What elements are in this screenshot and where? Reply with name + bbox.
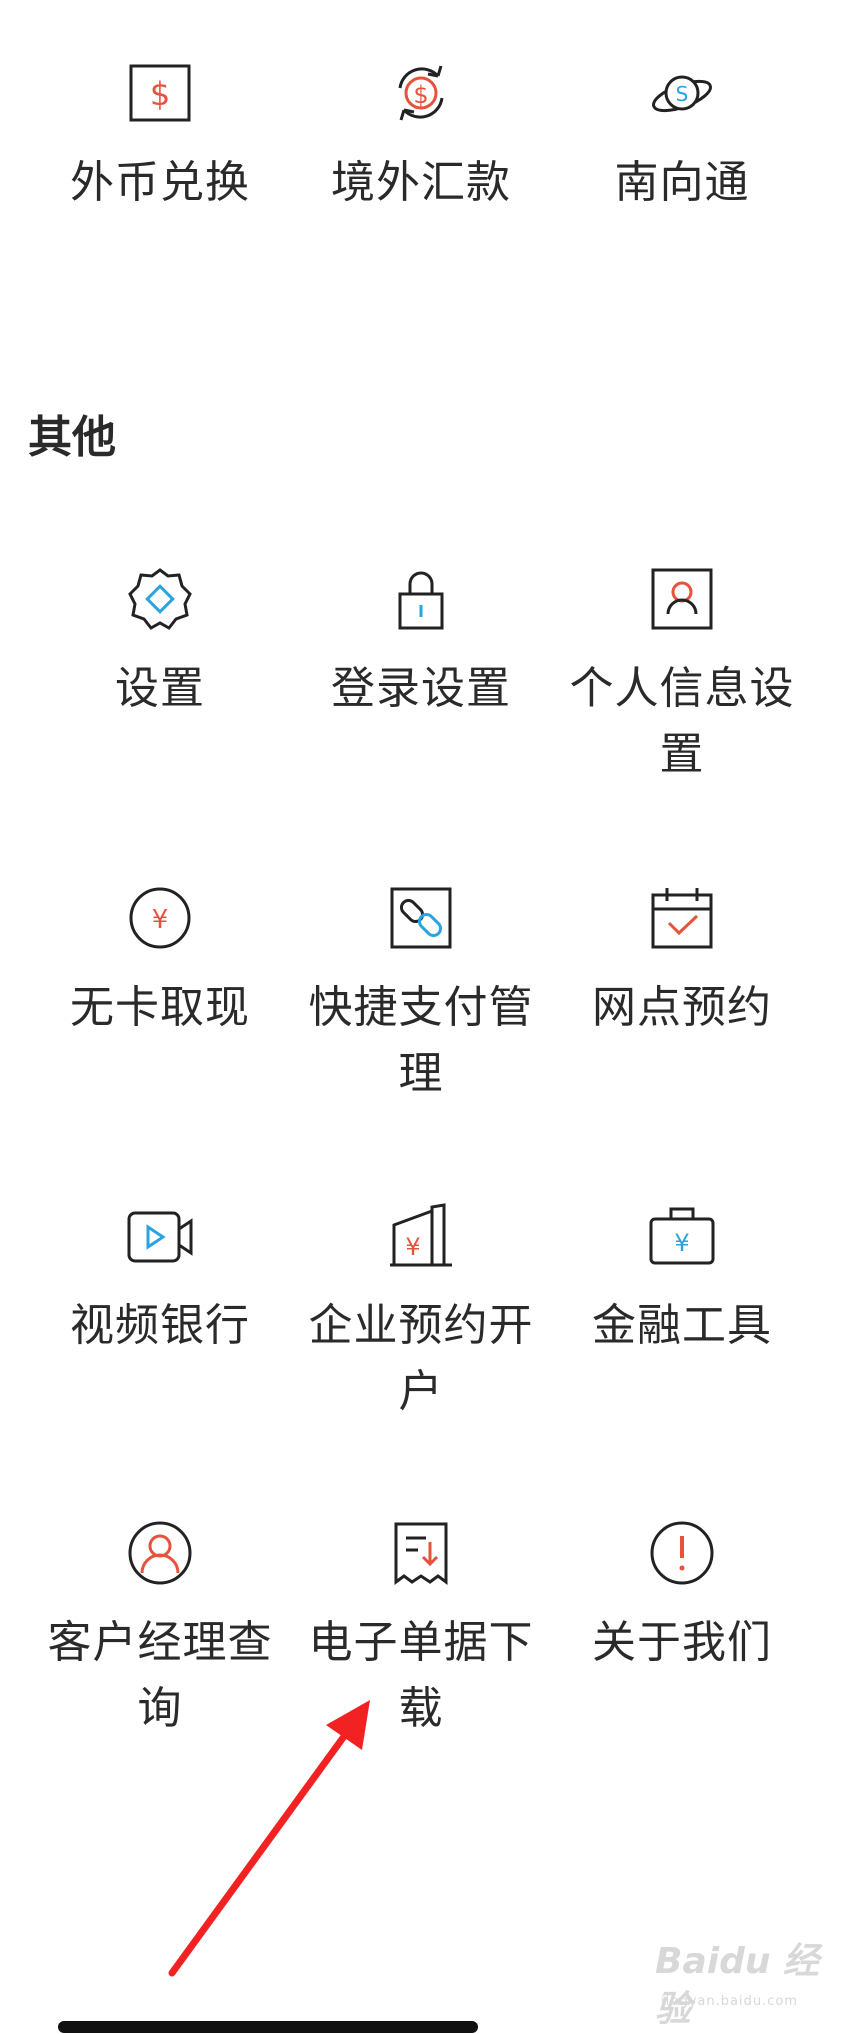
branch-appointment-label: 网点预约	[592, 982, 772, 1033]
cardless-withdrawal-label: 无卡取现	[70, 982, 250, 1033]
section-title-others: 其他	[28, 412, 116, 463]
watermark-url-text: jingyan.baidu.com	[661, 1994, 798, 2009]
account-manager-query-button[interactable]: 客户经理查询	[25, 1518, 295, 1742]
foreign-exchange-button[interactable]: $ 外币兑换	[25, 58, 295, 216]
personal-info-settings-button[interactable]: 个人信息设置	[547, 564, 817, 788]
personal-info-settings-label: 个人信息设置	[569, 663, 795, 780]
dollar-square-icon: $	[125, 58, 195, 128]
corporate-account-appointment-label: 企业预约开户	[308, 1300, 534, 1417]
home-indicator[interactable]	[58, 2021, 478, 2033]
gear-icon	[125, 564, 195, 634]
dollar-refresh-icon: $	[386, 58, 456, 128]
baidu-jingyan-watermark: Baidu 经验 jingyan.baidu.com	[655, 1938, 830, 2030]
login-settings-label: 登录设置	[331, 663, 511, 714]
southbound-connect-button[interactable]: S 南向通	[547, 58, 817, 216]
cardless-withdrawal-button[interactable]: ¥ 无卡取现	[25, 883, 295, 1041]
financial-tools-label: 金融工具	[592, 1300, 772, 1351]
overseas-remittance-button[interactable]: $ 境外汇款	[286, 58, 556, 216]
settings-button[interactable]: 设置	[25, 564, 295, 722]
svg-text:S: S	[676, 82, 689, 106]
building-yuan-icon: ¥	[386, 1201, 456, 1271]
user-circle-icon	[125, 1518, 195, 1588]
svg-text:¥: ¥	[674, 1229, 689, 1257]
svg-text:¥: ¥	[405, 1233, 420, 1261]
foreign-exchange-label: 外币兑换	[70, 157, 250, 208]
e-receipt-download-label: 电子单据下载	[308, 1617, 534, 1734]
account-manager-query-label: 客户经理查询	[47, 1617, 273, 1734]
lock-icon	[386, 564, 456, 634]
svg-text:$: $	[413, 81, 428, 109]
calendar-check-icon	[647, 883, 717, 953]
watermark-main-text: Baidu 经验	[655, 1941, 820, 2030]
planet-icon: S	[647, 58, 717, 128]
video-banking-button[interactable]: 视频银行	[25, 1201, 295, 1359]
svg-text:$: $	[150, 75, 170, 113]
settings-label: 设置	[115, 663, 205, 714]
quick-payment-management-button[interactable]: 快捷支付管理	[286, 883, 556, 1107]
yuan-circle-icon: ¥	[125, 883, 195, 953]
branch-appointment-button[interactable]: 网点预约	[547, 883, 817, 1041]
info-circle-icon	[647, 1518, 717, 1588]
svg-text:¥: ¥	[152, 905, 169, 935]
link-square-icon	[386, 883, 456, 953]
about-us-label: 关于我们	[592, 1617, 772, 1668]
overseas-remittance-label: 境外汇款	[331, 157, 511, 208]
about-us-button[interactable]: 关于我们	[547, 1518, 817, 1676]
video-banking-label: 视频银行	[70, 1300, 250, 1351]
login-settings-button[interactable]: 登录设置	[286, 564, 556, 722]
southbound-connect-label: 南向通	[614, 157, 750, 208]
briefcase-yuan-icon: ¥	[647, 1201, 717, 1271]
e-receipt-download-button[interactable]: 电子单据下载	[286, 1518, 556, 1742]
profile-card-icon	[647, 564, 717, 634]
quick-payment-management-label: 快捷支付管理	[308, 982, 534, 1099]
receipt-download-icon	[386, 1518, 456, 1588]
video-camera-icon	[125, 1201, 195, 1271]
financial-tools-button[interactable]: ¥ 金融工具	[547, 1201, 817, 1359]
corporate-account-appointment-button[interactable]: ¥ 企业预约开户	[286, 1201, 556, 1425]
